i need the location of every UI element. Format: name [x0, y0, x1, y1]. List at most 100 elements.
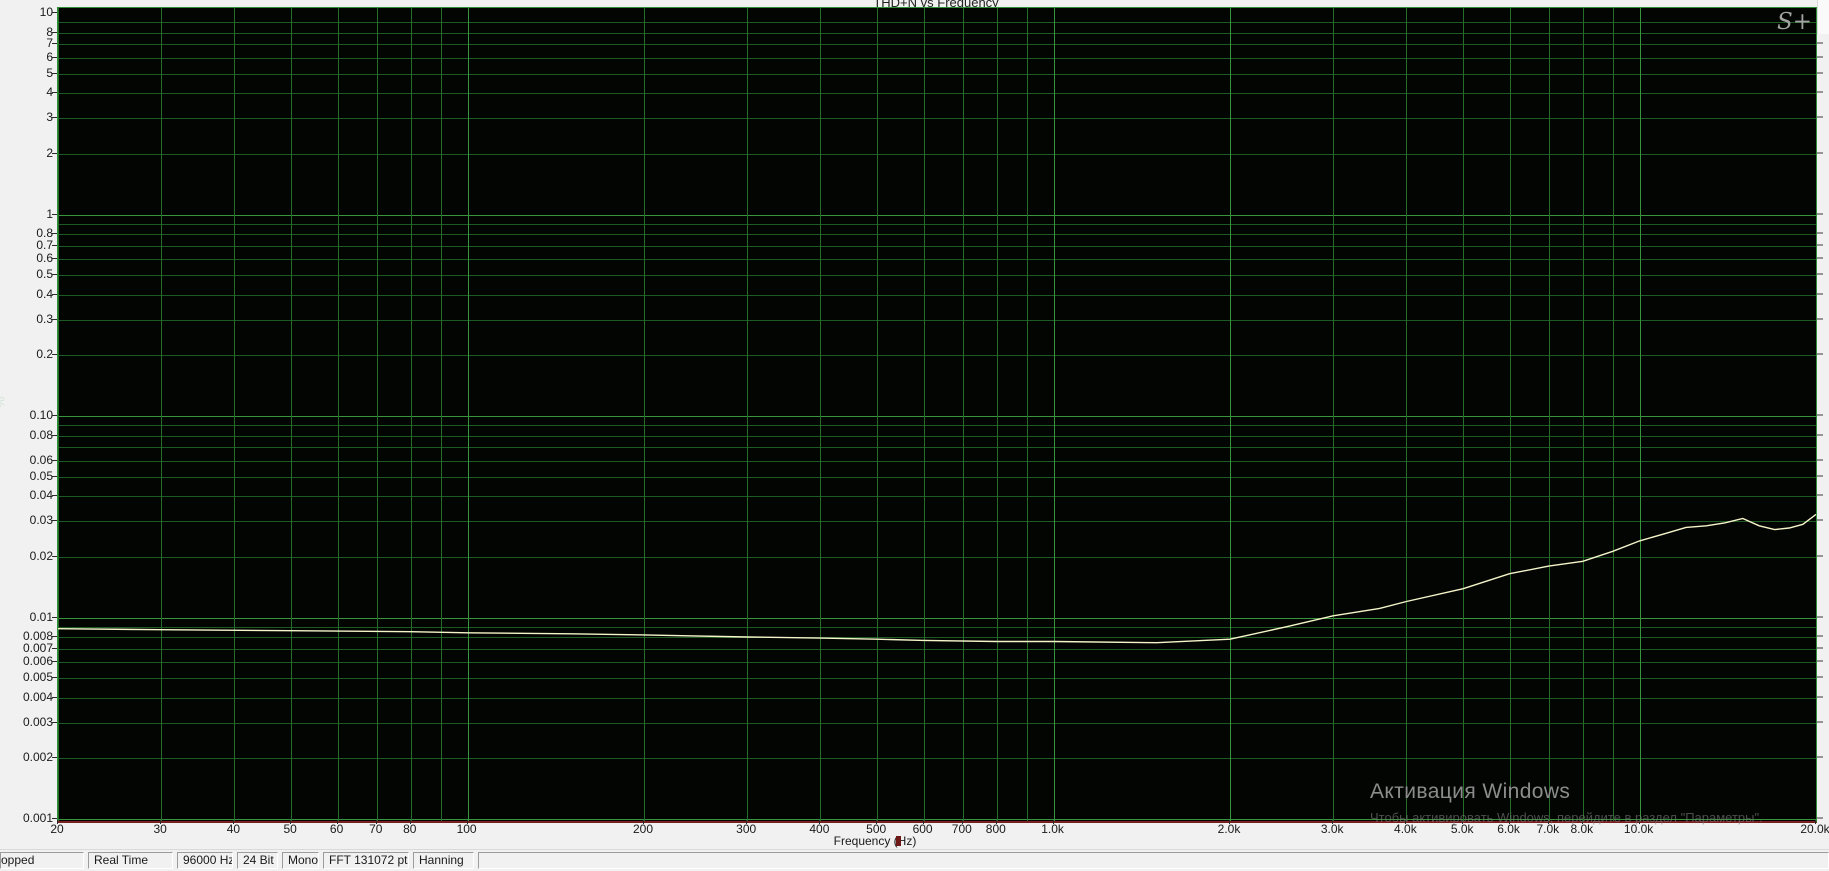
x-tick-mark [160, 820, 162, 824]
x-tick-label: 50 [283, 822, 297, 836]
y-tick-label: 0.007 [22, 640, 53, 655]
y-tick-mark-right [1817, 55, 1823, 58]
y-tick-mark-right [1817, 554, 1823, 557]
x-tick-label: 40 [226, 822, 241, 836]
x-tick-mark [1332, 820, 1334, 824]
y-tick-label: 1 [46, 206, 53, 221]
y-tick-mark [52, 258, 57, 260]
status-cell-window-fn: Hanning [413, 852, 474, 869]
y-tick-mark-right [1817, 414, 1823, 416]
y-tick-mark [52, 244, 57, 246]
y-tick-mark-right [1817, 494, 1823, 497]
y-tick-mark-right [1817, 646, 1823, 649]
y-tick-label: 0.002 [22, 750, 53, 765]
y-tick-label: 10 [39, 5, 53, 19]
y-tick-mark-right [1817, 695, 1823, 698]
y-tick-label: 0.01 [29, 609, 53, 624]
status-cell-bit-depth: 24 Bit [237, 852, 278, 869]
x-tick-mark [290, 820, 292, 824]
y-tick-label: 5 [46, 65, 53, 80]
grid-svg [58, 8, 1816, 821]
windows-activation-watermark-subtext: Чтобы активировать Windows, перейдите в … [1370, 810, 1763, 825]
x-tick-label: 800 [985, 822, 1006, 836]
y-tick-mark [52, 274, 57, 276]
plot-area[interactable] [57, 7, 1817, 823]
y-tick-mark [52, 12, 57, 13]
y-tick-label: 0.03 [29, 513, 53, 528]
y-tick-label: 0.05 [29, 468, 53, 483]
y-tick-label: 0.02 [29, 548, 53, 563]
y-tick-label: 0.2 [36, 347, 53, 362]
y-tick-mark-right [1817, 660, 1823, 663]
y-tick-mark [52, 92, 57, 94]
y-tick-mark-right [1817, 71, 1823, 74]
y-tick-mark [52, 495, 57, 497]
x-axis-title: Frequency (Hz) [833, 834, 917, 848]
y-axis-unit-label: % [0, 397, 7, 409]
status-cell-channels: Mono [282, 852, 319, 869]
y-tick-mark-right [1817, 212, 1823, 215]
y-tick-mark [52, 354, 57, 356]
x-tick-label: 2.0k [1217, 822, 1241, 836]
y-tick-mark-right [1817, 720, 1823, 723]
x-tick-label: 200 [632, 822, 654, 836]
y-tick-mark [52, 233, 57, 235]
y-tick-mark-right [1817, 676, 1823, 679]
y-tick-mark-right [1817, 257, 1823, 260]
thdn-trace [58, 513, 1816, 644]
y-tick-mark-right [1817, 151, 1823, 154]
splus-logo: S+ [1776, 9, 1812, 35]
x-tick-mark [746, 820, 748, 824]
y-tick-mark [52, 213, 57, 215]
status-cell-sample-rate: 96000 Hz [177, 852, 233, 869]
y-tick-label: 3 [46, 110, 53, 125]
y-tick-mark-right [1817, 474, 1823, 477]
y-tick-label: 0.08 [29, 427, 53, 442]
y-tick-mark-right [1817, 635, 1823, 638]
y-tick-mark-right [1817, 91, 1823, 94]
x-tick-label: 3.0k [1320, 822, 1344, 836]
y-tick-label: 0.004 [22, 689, 53, 704]
x-tick-mark [466, 820, 468, 824]
y-tick-mark-right [1817, 458, 1823, 461]
y-tick-label: 0.6 [36, 251, 53, 266]
y-tick-label: 0.5 [36, 267, 53, 282]
y-tick-mark-right [1817, 232, 1823, 235]
y-tick-mark [52, 117, 57, 119]
x-tick-label: 20 [50, 822, 64, 836]
status-cell-mode: Real Time [88, 852, 173, 869]
y-tick-mark [52, 757, 57, 759]
y-tick-label: 6 [46, 49, 53, 64]
y-tick-label: 0.003 [22, 714, 53, 729]
y-tick-mark [52, 520, 57, 522]
x-tick-mark [336, 820, 338, 824]
y-tick-mark [52, 31, 57, 33]
y-tick-mark-right [1817, 292, 1823, 295]
y-tick-mark-right [1817, 273, 1823, 276]
y-tick-mark [52, 677, 57, 679]
y-tick-mark-right [1817, 756, 1823, 759]
x-tick-mark [57, 820, 58, 824]
x-tick-mark [1052, 820, 1054, 824]
y-tick-mark-right [1817, 317, 1823, 320]
y-tick-mark [52, 721, 57, 723]
y-tick-mark [52, 661, 57, 663]
y-tick-label: 0.005 [22, 670, 53, 685]
y-tick-mark [52, 152, 57, 154]
y-tick-mark [52, 616, 57, 618]
y-tick-mark-right [1817, 433, 1823, 436]
y-tick-label: 0.006 [22, 654, 53, 669]
y-tick-mark [52, 647, 57, 649]
x-tick-mark [922, 820, 924, 824]
y-tick-mark-right [1817, 519, 1823, 522]
y-tick-label: 4 [46, 85, 53, 100]
app-window: THD+N vs Frequency S+ 10 8 7 6 5 4 3 2 1 0.8 0.7 0.… [0, 0, 1829, 871]
x-tick-mark [961, 820, 963, 824]
y-tick-mark [52, 636, 57, 638]
y-tick-mark [52, 293, 57, 295]
windows-activation-watermark: Активация Windows [1370, 780, 1571, 803]
y-tick-mark [52, 459, 57, 461]
y-tick-mark [52, 818, 57, 819]
status-cell-fft-size: FFT 131072 pts [323, 852, 409, 869]
y-tick-label: 0.3 [36, 311, 53, 326]
